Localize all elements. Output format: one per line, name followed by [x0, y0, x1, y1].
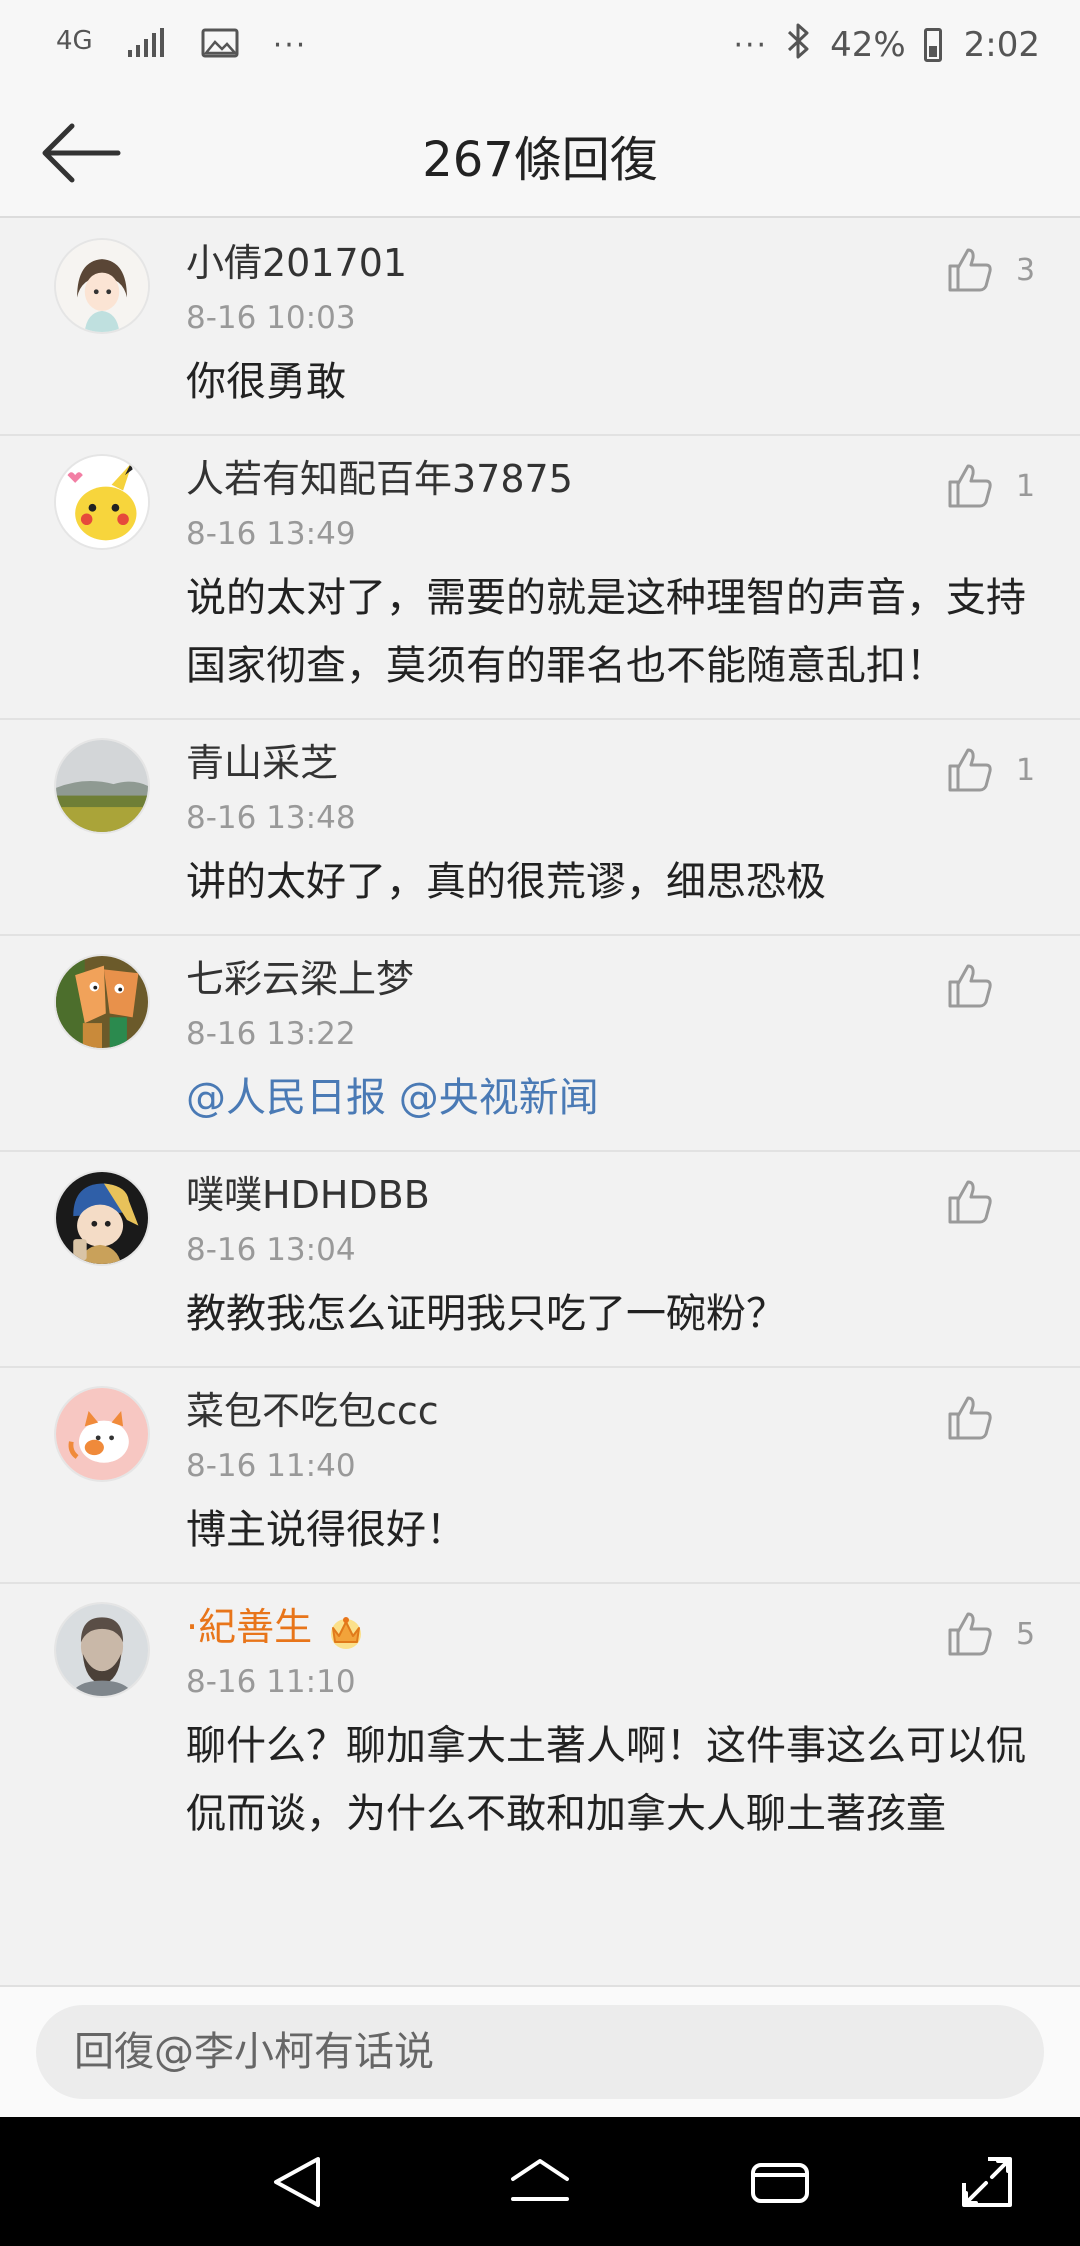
thumbs-up-icon	[948, 964, 992, 1008]
like-button[interactable]: 1	[944, 742, 1040, 798]
comment-item: 噗噗HDHDBB 8-16 13:04 教教我怎么证明我只吃了一碗粉？	[0, 1152, 1080, 1368]
comment-time: 8-16 13:04	[186, 1232, 356, 1268]
system-nav-bar	[0, 2117, 1080, 2246]
avatar[interactable]	[54, 738, 150, 834]
bluetooth-icon	[786, 22, 812, 69]
avatar[interactable]	[54, 1386, 150, 1482]
avatar[interactable]	[54, 238, 150, 334]
thumbs-up-icon	[948, 1612, 992, 1656]
comment-author[interactable]: 青山采芝	[186, 738, 1040, 788]
thumbs-up-icon	[948, 248, 992, 292]
comment-time: 8-16 11:40	[186, 1448, 356, 1484]
like-count: 1	[1016, 752, 1036, 788]
like-button[interactable]	[944, 1174, 1040, 1230]
comment-item: 人若有知配百年37875 8-16 13:49 说的太对了，需要的就是这种理智的…	[0, 436, 1080, 720]
avatar[interactable]	[54, 1170, 150, 1266]
comment-text-mentions[interactable]: @人民日报 @央视新闻	[186, 1064, 1040, 1150]
like-button[interactable]: 3	[944, 242, 1040, 298]
comment-time: 8-16 11:10	[186, 1664, 356, 1700]
more-status: ···	[733, 27, 769, 63]
nav-home-icon	[511, 2159, 569, 2201]
like-count: 1	[1016, 468, 1036, 504]
comment-time: 8-16 13:22	[186, 1016, 356, 1052]
thumbs-up-icon	[948, 748, 992, 792]
nav-screen-icon	[962, 2157, 1012, 2207]
header: 267條回復	[0, 90, 1080, 218]
comment-author[interactable]: 小倩201701	[186, 238, 1040, 288]
comment-author[interactable]: 菜包不吃包ccc	[186, 1386, 1040, 1436]
comment-time: 8-16 13:49	[186, 516, 356, 552]
like-button[interactable]	[944, 1390, 1040, 1446]
avatar[interactable]	[54, 454, 150, 550]
comment-item: 菜包不吃包ccc 8-16 11:40 博主说得很好！	[0, 1368, 1080, 1584]
battery-percent: 42%	[830, 25, 906, 65]
comment-text: 博主说得很好！	[186, 1507, 466, 1553]
like-button[interactable]	[944, 958, 1040, 1014]
author-name: ·紀善生	[186, 1605, 313, 1649]
comment-item: 青山采芝 8-16 13:48 讲的太好了，真的很荒谬，细思恐极 1	[0, 720, 1080, 936]
network-type: 4G	[56, 26, 93, 56]
clock: 2:02	[963, 25, 1040, 65]
nav-screen-button[interactable]	[952, 2147, 1022, 2217]
signal-icon	[127, 28, 167, 62]
like-button[interactable]: 1	[944, 458, 1040, 514]
thumbs-up-icon	[948, 1396, 992, 1440]
like-button[interactable]: 5	[944, 1606, 1040, 1662]
nav-back-button[interactable]	[264, 2147, 334, 2217]
like-count: 3	[1016, 252, 1036, 288]
nav-recents-button[interactable]	[745, 2147, 815, 2217]
comment-text: 聊什么？聊加拿大土著人啊！这件事这么可以侃侃而谈，为什么不敢和加拿大人聊土著孩童	[186, 1723, 1026, 1837]
nav-home-button[interactable]	[505, 2147, 575, 2217]
nav-back-icon	[274, 2157, 320, 2207]
comment-time: 8-16 13:48	[186, 800, 356, 836]
reply-bar	[0, 1985, 1080, 2117]
comment-author[interactable]: 人若有知配百年37875	[186, 454, 1040, 504]
comment-item: 七彩云梁上梦 8-16 13:22 @人民日报 @央视新闻	[0, 936, 1080, 1152]
status-left: 4G ···	[56, 20, 307, 70]
comment-time: 8-16 10:03	[186, 300, 356, 336]
reply-input[interactable]	[36, 2005, 1044, 2099]
comment-text: 讲的太好了，真的很荒谬，细思恐极	[186, 859, 826, 905]
comment-author[interactable]: 噗噗HDHDBB	[186, 1170, 1040, 1220]
image-icon	[201, 28, 239, 62]
page-title: 267條回復	[422, 132, 658, 188]
comment-text: 教教我怎么证明我只吃了一碗粉？	[186, 1291, 786, 1337]
avatar[interactable]	[54, 954, 150, 1050]
nav-recents-icon	[751, 2163, 809, 2203]
battery-icon	[923, 28, 942, 62]
comment-list[interactable]: 小倩201701 8-16 10:03 你很勇敢 3 人若有知配百年37875 …	[0, 220, 1080, 1985]
like-count: 5	[1016, 1616, 1036, 1652]
thumbs-up-icon	[948, 1180, 992, 1224]
status-bar: 4G ··· ··· 42% 2:02	[0, 0, 1080, 90]
avatar[interactable]	[54, 1602, 150, 1698]
comment-author[interactable]: ·紀善生	[186, 1602, 1040, 1652]
thumbs-up-icon	[948, 464, 992, 508]
comment-text: 说的太对了，需要的就是这种理智的声音，支持国家彻查，莫须有的罪名也不能随意乱扣！	[186, 575, 1026, 689]
comment-item: ·紀善生 8-16 11:10 聊什么？聊加拿大土著人啊！这件事这么可以侃侃而谈…	[0, 1584, 1080, 1866]
crown-icon	[331, 1616, 362, 1649]
comment-author[interactable]: 七彩云梁上梦	[186, 954, 1040, 1004]
comment-item: 小倩201701 8-16 10:03 你很勇敢 3	[0, 220, 1080, 436]
comment-text: 你很勇敢	[186, 359, 346, 405]
more-notifications: ···	[272, 27, 308, 63]
status-right: ··· 42% 2:02	[733, 20, 1040, 70]
